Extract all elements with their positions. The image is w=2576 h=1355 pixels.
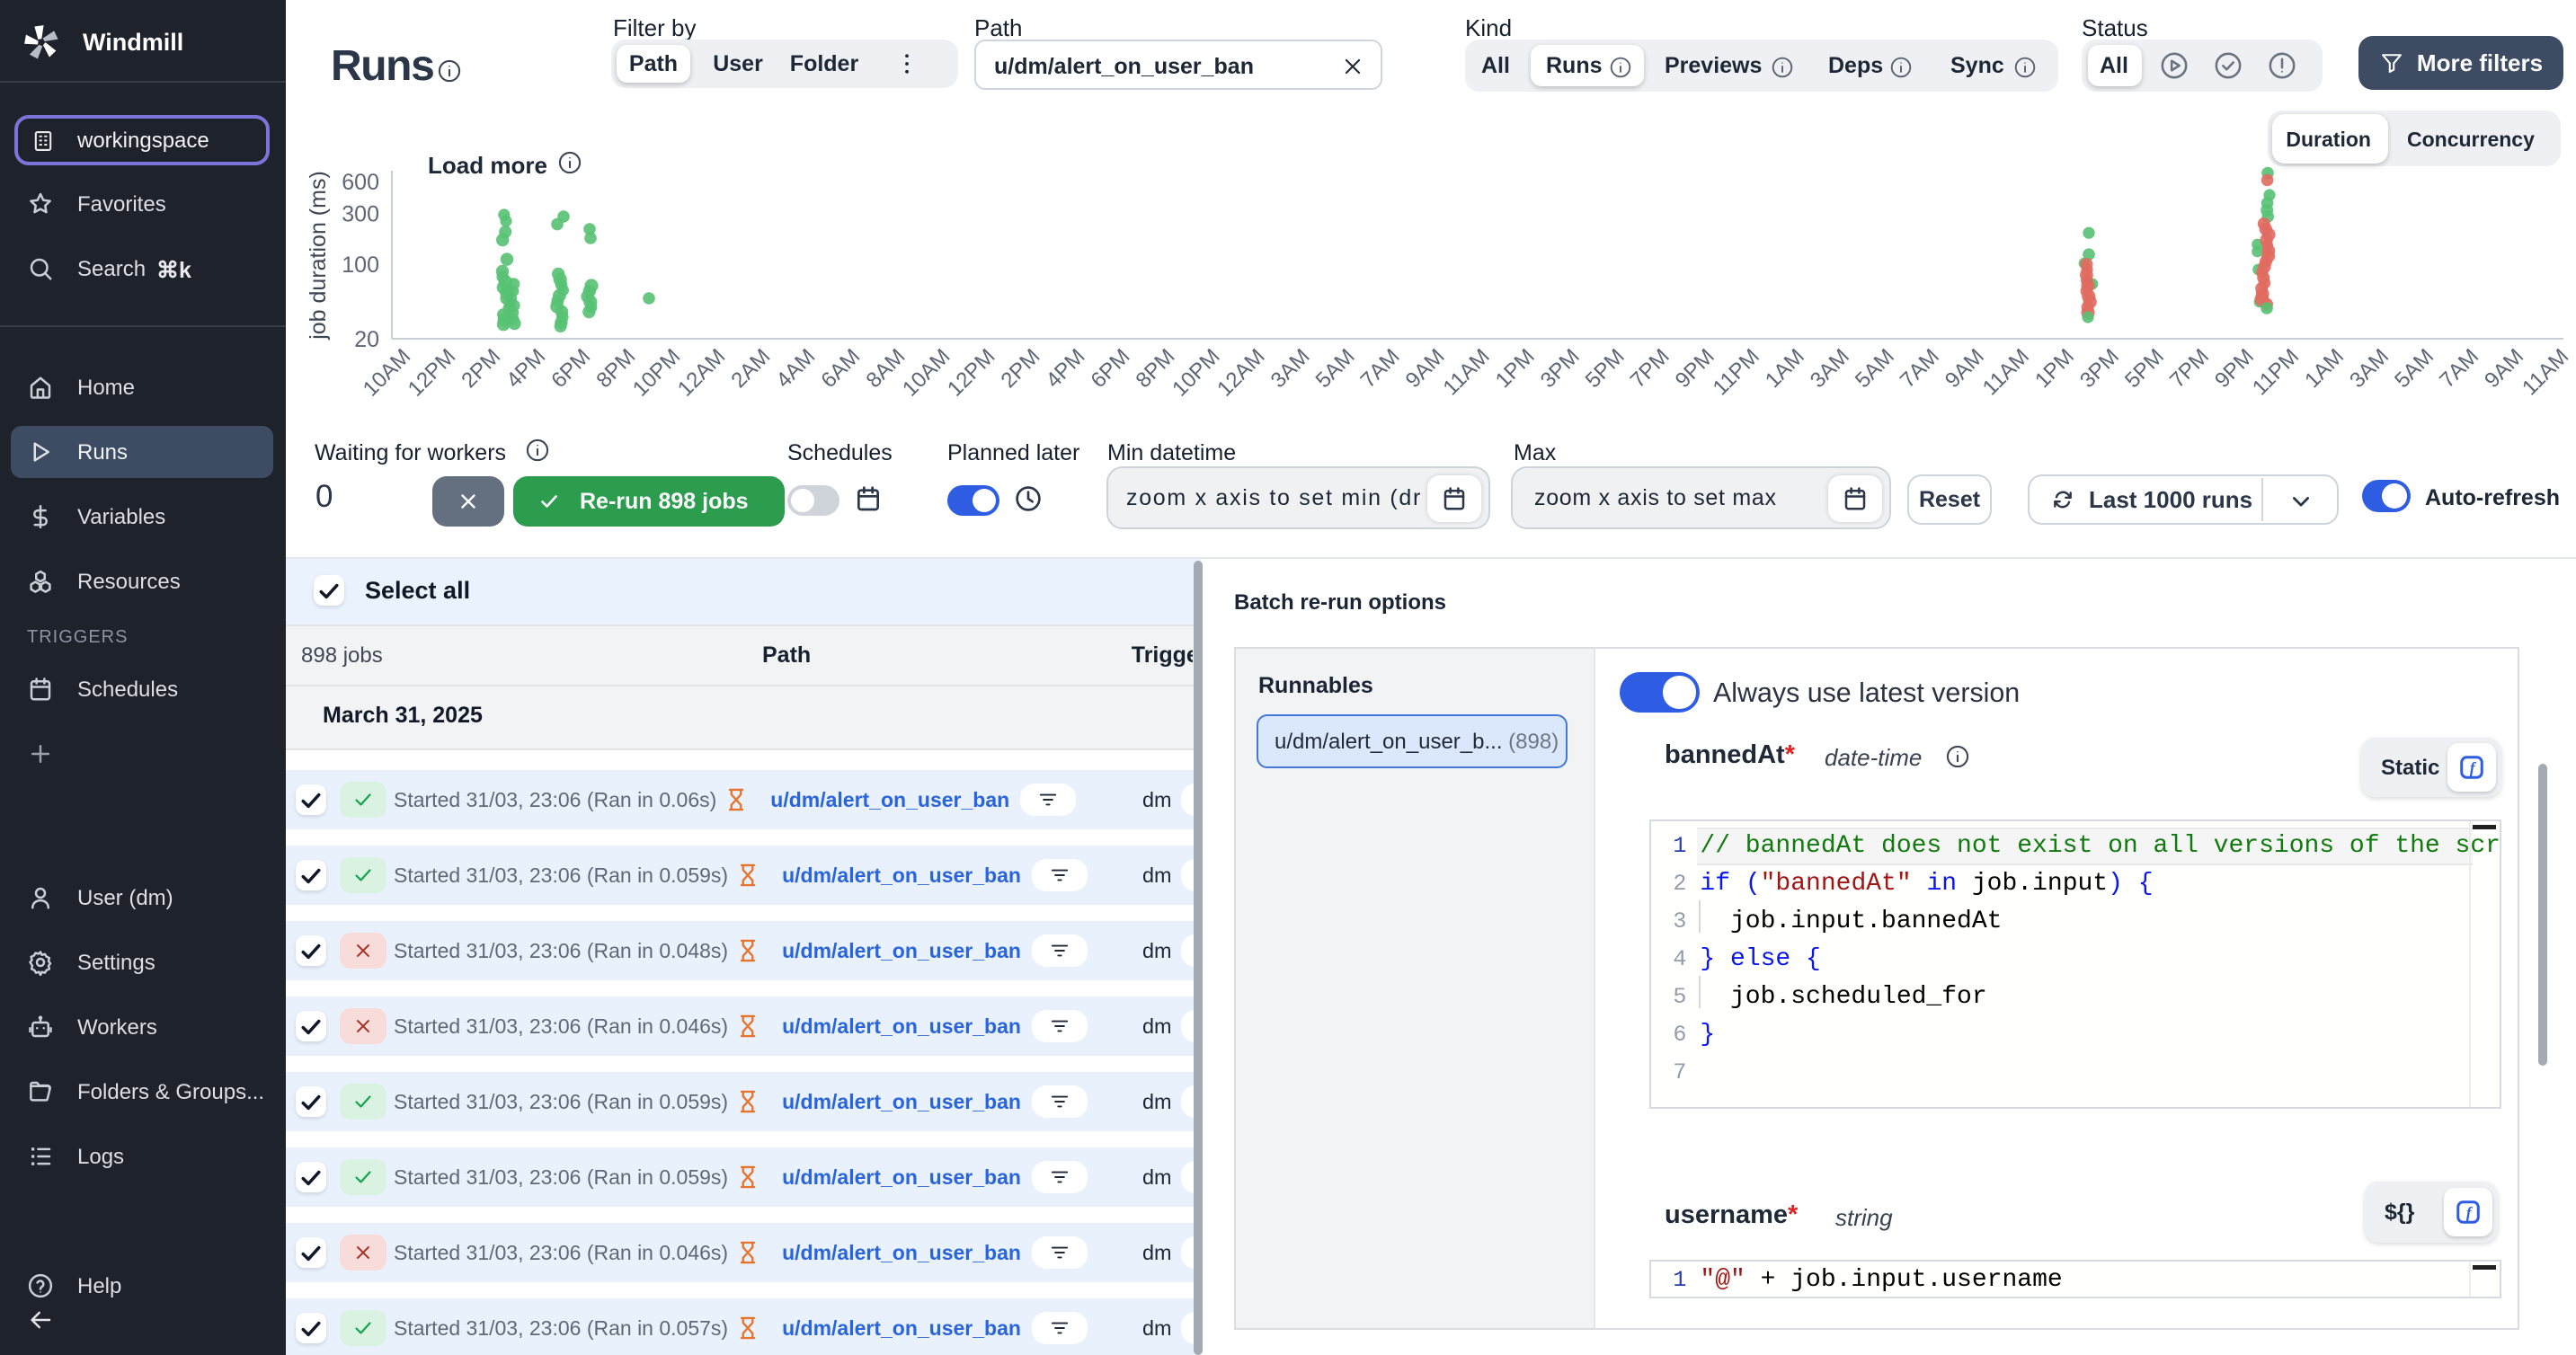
svg-text:4PM: 4PM — [1042, 344, 1090, 393]
svg-text:4AM: 4AM — [771, 344, 820, 393]
svg-text:7PM: 7PM — [2165, 344, 2214, 393]
svg-text:2PM: 2PM — [997, 344, 1045, 393]
svg-text:11AM: 11AM — [1978, 344, 2034, 400]
svg-text:1AM: 1AM — [1761, 344, 1809, 393]
svg-text:1PM: 1PM — [1491, 344, 1540, 393]
svg-text:10AM: 10AM — [359, 344, 415, 401]
svg-text:6PM: 6PM — [1087, 344, 1135, 393]
svg-text:7PM: 7PM — [1626, 344, 1674, 393]
svg-text:300: 300 — [342, 202, 379, 227]
svg-text:12PM: 12PM — [404, 344, 460, 401]
svg-text:7AM: 7AM — [1896, 344, 1944, 393]
svg-text:2PM: 2PM — [457, 344, 505, 393]
svg-text:20: 20 — [354, 327, 379, 352]
svg-text:f: f — [2470, 758, 2477, 776]
svg-text:7AM: 7AM — [1356, 344, 1405, 393]
svg-text:11PM: 11PM — [1709, 344, 1764, 400]
svg-text:6AM: 6AM — [816, 344, 865, 393]
svg-text:6PM: 6PM — [546, 344, 595, 393]
svg-text:100: 100 — [342, 252, 379, 278]
svg-text:f: f — [2466, 1203, 2474, 1221]
svg-text:3PM: 3PM — [1536, 344, 1585, 393]
svg-text:600: 600 — [342, 170, 379, 195]
svg-text:10PM: 10PM — [1168, 344, 1224, 401]
svg-text:11PM: 11PM — [2248, 344, 2304, 400]
svg-text:3PM: 3PM — [2075, 344, 2124, 393]
svg-text:12AM: 12AM — [1212, 344, 1269, 401]
svg-text:10PM: 10PM — [628, 344, 685, 401]
svg-text:10AM: 10AM — [898, 344, 955, 401]
svg-text:5AM: 5AM — [1311, 344, 1360, 393]
svg-text:5AM: 5AM — [1851, 344, 1899, 393]
svg-text:11AM: 11AM — [1439, 344, 1495, 400]
svg-text:7AM: 7AM — [2435, 344, 2483, 393]
svg-text:5PM: 5PM — [2120, 344, 2169, 393]
svg-text:5AM: 5AM — [2390, 344, 2438, 393]
svg-text:12AM: 12AM — [673, 344, 730, 401]
svg-text:12PM: 12PM — [943, 344, 999, 401]
svg-text:2AM: 2AM — [726, 344, 775, 393]
svg-text:4PM: 4PM — [502, 344, 550, 393]
svg-text:job duration (ms): job duration (ms) — [306, 171, 331, 341]
svg-text:1AM: 1AM — [2300, 344, 2349, 393]
svg-text:1PM: 1PM — [2030, 344, 2079, 393]
svg-text:3AM: 3AM — [1806, 344, 1854, 393]
svg-text:5PM: 5PM — [1581, 344, 1630, 393]
svg-text:3AM: 3AM — [1266, 344, 1315, 393]
svg-text:11AM: 11AM — [2518, 344, 2573, 400]
svg-text:3AM: 3AM — [2345, 344, 2394, 393]
